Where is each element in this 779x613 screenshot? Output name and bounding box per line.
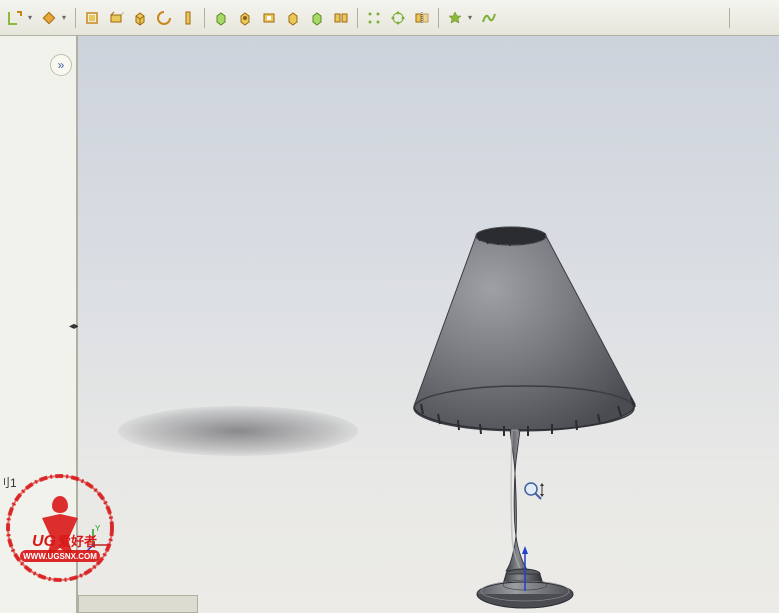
mirror-icon[interactable] [411, 7, 433, 29]
zoom-cursor-icon [522, 480, 546, 504]
dropdown-1-icon[interactable]: ▾ [28, 13, 36, 22]
watermark-brand-suffix: 爱好者 [58, 534, 97, 549]
status-bar [78, 595, 198, 613]
cube-icon[interactable] [129, 7, 151, 29]
3d-viewport[interactable] [78, 36, 779, 613]
watermark-url: WWW.UGSNX.COM [23, 552, 97, 561]
watermark-brand-prefix: UG [32, 533, 56, 550]
revolve-icon[interactable] [153, 7, 175, 29]
extrude-boss-icon[interactable] [210, 7, 232, 29]
toolbar-separator [729, 8, 730, 28]
main-toolbar: ▾ ▾ [0, 0, 779, 36]
reference-icon[interactable] [444, 7, 466, 29]
insert-icon[interactable] [81, 7, 103, 29]
extrude-icon[interactable] [38, 7, 60, 29]
chamfer-icon[interactable] [306, 7, 328, 29]
dropdown-2-icon[interactable]: ▾ [62, 13, 70, 22]
hole-icon[interactable] [234, 7, 256, 29]
dropdown-3-icon[interactable]: ▾ [468, 13, 476, 22]
toolbar-separator [75, 8, 76, 28]
toolbar-separator [357, 8, 358, 28]
lamp-model[interactable] [348, 186, 668, 606]
fillet-icon[interactable] [282, 7, 304, 29]
toolbar-separator [438, 8, 439, 28]
cut-icon[interactable] [258, 7, 280, 29]
surface-icon[interactable] [105, 7, 127, 29]
toolbar-separator [204, 8, 205, 28]
watermark-stamp: UG 爱好者 WWW.UGSNX.COM [0, 468, 120, 588]
curves-icon[interactable] [478, 7, 500, 29]
pattern-icon[interactable] [330, 7, 352, 29]
circular-pattern-icon[interactable] [387, 7, 409, 29]
collapse-panel-button[interactable]: » [50, 54, 72, 76]
model-shadow [118, 406, 358, 456]
sweep-icon[interactable] [177, 7, 199, 29]
sketch-icon[interactable] [4, 7, 26, 29]
linear-pattern-icon[interactable] [363, 7, 385, 29]
